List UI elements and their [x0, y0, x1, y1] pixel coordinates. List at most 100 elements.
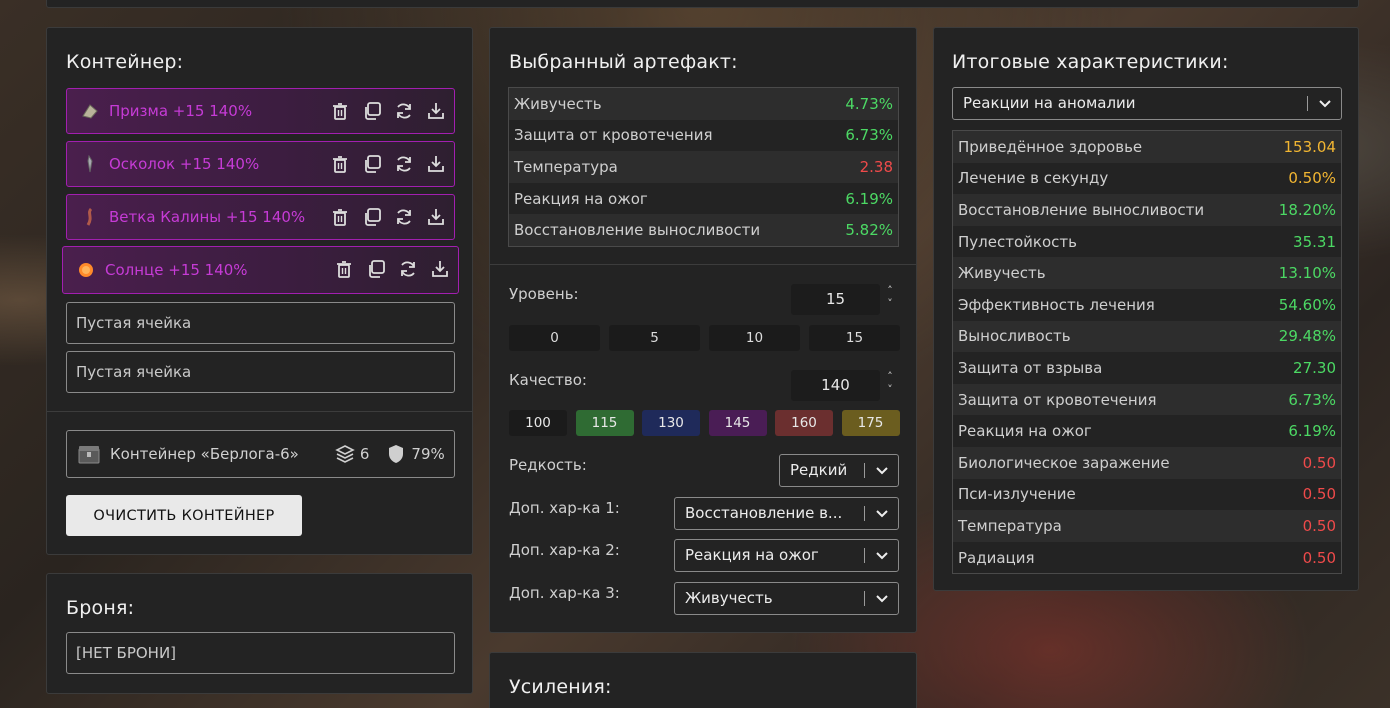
refresh-icon[interactable]: [394, 207, 414, 231]
totals-filter-value: Реакции на аномалии: [963, 94, 1136, 112]
totals-filter-select[interactable]: Реакции на аномалии: [952, 87, 1342, 120]
layers-icon: [335, 445, 355, 463]
boosts-panel: Усиления:: [489, 652, 917, 708]
trash-icon[interactable]: [330, 207, 350, 231]
quality-presets: 100 115 130 145 160 175: [509, 410, 900, 436]
artifact-stat-row: Восстановление выносливости 5.82%: [509, 214, 898, 246]
level-preset-button[interactable]: 15: [809, 325, 900, 351]
totals-stat-row: Восстановление выносливости 18.20%: [953, 194, 1341, 226]
container-info[interactable]: Контейнер «Берлога-6» 6 79%: [66, 430, 455, 478]
totals-stats-table: Приведённое здоровье 153.04 Лечение в секу…: [952, 130, 1342, 575]
refresh-icon[interactable]: [394, 154, 414, 178]
boosts-title: Усиления:: [509, 676, 612, 698]
rarity-label: Редкость:: [509, 456, 587, 474]
divider: [47, 411, 472, 412]
trash-icon[interactable]: [334, 259, 354, 283]
stat-value: 4.73%: [845, 94, 893, 113]
stat-name: Пси-излучение: [958, 485, 1076, 504]
extra1-select[interactable]: Восстановление в...: [674, 497, 899, 530]
quality-input[interactable]: 140: [791, 370, 880, 401]
stat-value: 6.73%: [1288, 390, 1336, 409]
level-preset-button[interactable]: 0: [509, 325, 600, 351]
slot-label: Призма +15 140%: [109, 102, 253, 120]
refresh-icon[interactable]: [394, 101, 414, 125]
stat-name: Реакция на ожог: [958, 422, 1092, 441]
totals-stat-row: Выносливость 29.48%: [953, 320, 1341, 353]
copy-icon[interactable]: [362, 207, 382, 231]
container-slot-count: 6: [359, 445, 370, 463]
container-slot-1[interactable]: Призма +15 140%: [66, 88, 455, 134]
armor-title: Броня:: [66, 597, 135, 619]
artifact-stat-row: Живучесть 4.73%: [509, 88, 898, 120]
totals-title: Итоговые характеристики:: [952, 51, 1229, 73]
clear-container-button[interactable]: ОЧИСТИТЬ КОНТЕЙНЕР: [66, 495, 302, 536]
stat-name: Реакция на ожог: [514, 189, 648, 208]
shard-artifact-icon: [81, 154, 99, 173]
quality-preset-button[interactable]: 130: [642, 410, 700, 436]
copy-icon[interactable]: [362, 101, 382, 125]
container-protection: 79%: [411, 445, 445, 463]
totals-stat-row: Пулестойкость 35.31: [953, 225, 1341, 258]
trash-icon[interactable]: [330, 101, 350, 125]
level-preset-button[interactable]: 10: [709, 325, 800, 351]
copy-icon[interactable]: [362, 154, 382, 178]
quality-preset-button[interactable]: 175: [841, 410, 900, 436]
quality-preset-button[interactable]: 160: [775, 410, 833, 436]
viburnum-branch-icon: [81, 207, 99, 226]
empty-slot-2[interactable]: Пустая ячейка: [66, 351, 455, 393]
stat-value: 35.31: [1293, 232, 1336, 251]
extra3-value: Живучесть: [685, 589, 773, 607]
stat-value: 6.19%: [845, 189, 893, 208]
quality-preset-button[interactable]: 100: [509, 410, 567, 436]
download-icon[interactable]: [430, 259, 450, 283]
level-preset-button[interactable]: 5: [609, 325, 700, 351]
totals-stat-row: Эффективность лечения 54.60%: [953, 288, 1341, 321]
level-stepper[interactable]: ˄ ˅: [884, 284, 896, 312]
stat-name: Радиация: [958, 548, 1035, 567]
stat-name: Живучесть: [514, 94, 602, 113]
download-icon[interactable]: [426, 207, 446, 231]
extra1-value: Восстановление в...: [685, 504, 843, 522]
prism-artifact-icon: [81, 102, 99, 120]
totals-stat-row: Лечение в секунду 0.50%: [953, 162, 1341, 195]
quality-stepper[interactable]: ˄ ˅: [884, 370, 896, 398]
stat-value: 153.04: [1283, 137, 1337, 156]
slot-actions: [334, 259, 450, 283]
stat-value: 13.10%: [1278, 264, 1336, 283]
trash-icon[interactable]: [330, 154, 350, 178]
stat-value: 0.50: [1302, 548, 1336, 567]
stat-value: 27.30: [1293, 358, 1336, 377]
armor-slot[interactable]: [НЕТ БРОНИ]: [66, 632, 455, 674]
chevron-down-icon: [876, 552, 888, 560]
download-icon[interactable]: [426, 154, 446, 178]
container-slot-2[interactable]: Осколок +15 140%: [66, 141, 455, 187]
download-icon[interactable]: [426, 101, 446, 125]
extra3-select[interactable]: Живучесть: [674, 582, 899, 615]
empty-slot-1[interactable]: Пустая ячейка: [66, 302, 455, 344]
level-presets: 0 5 10 15: [509, 325, 900, 351]
slot-actions: [330, 154, 446, 178]
copy-icon[interactable]: [366, 259, 386, 283]
stat-value: 0.50: [1302, 516, 1336, 535]
quality-preset-button[interactable]: 115: [575, 410, 634, 436]
stat-name: Пулестойкость: [958, 232, 1077, 251]
slot-label: Ветка Калины +15 140%: [109, 208, 306, 226]
stat-value: 29.48%: [1278, 327, 1336, 346]
refresh-icon[interactable]: [398, 259, 418, 283]
sun-artifact-icon: [77, 261, 95, 279]
container-slot-3[interactable]: Ветка Калины +15 140%: [66, 194, 455, 240]
container-slot-4[interactable]: Солнце +15 140%: [62, 246, 459, 294]
armor-panel: Броня: [НЕТ БРОНИ]: [46, 573, 473, 694]
stat-value: 5.82%: [845, 221, 893, 240]
stat-value: 6.73%: [845, 126, 893, 145]
stat-name: Температура: [514, 157, 618, 176]
level-input[interactable]: 15: [791, 284, 880, 315]
rarity-select[interactable]: Редкий: [779, 454, 899, 487]
extra3-label: Доп. хар-ка 3:: [509, 584, 620, 602]
extra2-select[interactable]: Реакция на ожог: [674, 539, 899, 572]
totals-stat-row: Радиация 0.50: [953, 541, 1341, 574]
quality-preset-button[interactable]: 145: [708, 410, 767, 436]
stat-value: 54.60%: [1278, 295, 1336, 314]
chevron-down-icon: [876, 595, 888, 603]
artifact-panel: Выбранный артефакт: Живучесть 4.73% Защита…: [489, 27, 917, 633]
